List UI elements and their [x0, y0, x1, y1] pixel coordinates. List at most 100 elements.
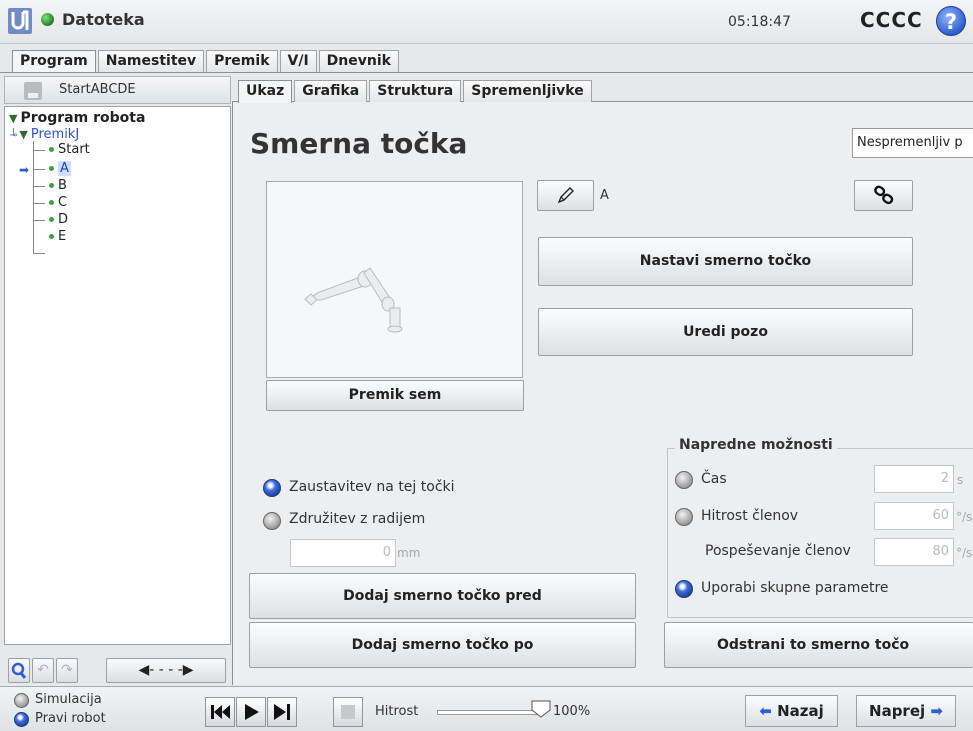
tree-item-label: A [58, 161, 71, 176]
tab-log[interactable]: Dnevnik [318, 50, 399, 72]
waypoint-dot-icon [49, 147, 54, 152]
tree-item-c[interactable]: C [49, 195, 67, 210]
step-button[interactable] [267, 697, 297, 727]
edit-pose-button[interactable]: Uredi pozo [538, 308, 913, 356]
tab-installation[interactable]: Namestitev [97, 50, 205, 72]
stop-icon [341, 705, 355, 719]
blend-radius-input[interactable]: 0 [290, 539, 396, 567]
next-button[interactable]: Naprej ➡ [856, 695, 956, 727]
waypoint-type-dropdown[interactable]: Nespremenljiv p [852, 128, 973, 158]
joint-accel-unit: °/s [956, 546, 973, 560]
tree-root-label: Program robota [20, 110, 146, 126]
time-label: Čas [701, 471, 727, 487]
tree-item-label: Start [58, 142, 90, 157]
remove-waypoint-button[interactable]: Odstrani to smerno točo [664, 622, 973, 668]
program-name: StartABCDE [59, 82, 136, 97]
tree-item-move-label: PremikJ [30, 127, 80, 142]
speed-slider-thumb-icon[interactable] [531, 700, 551, 718]
time-input[interactable]: 2 [874, 465, 954, 493]
joint-accel-input[interactable]: 80 [874, 538, 954, 566]
speed-slider[interactable] [437, 710, 537, 715]
joint-speed-input[interactable]: 60 [874, 502, 954, 530]
tree-node-icon: ⊸ [9, 130, 18, 141]
pencil-icon [557, 187, 574, 204]
skip-back-button[interactable] [205, 697, 235, 727]
tree-connector [33, 141, 34, 253]
tab-program[interactable]: Program [12, 50, 96, 73]
joint-accel-label: Pospeševanje členov [705, 543, 851, 559]
real-robot-radio[interactable] [14, 712, 29, 727]
page-title: Smerna točka [250, 127, 468, 160]
tree-item-start[interactable]: Start [49, 142, 90, 157]
step-icon [274, 704, 290, 720]
robot-name: CCCC [860, 8, 923, 32]
play-button[interactable] [236, 697, 266, 727]
search-icon[interactable] [8, 658, 30, 683]
advanced-options-title: Napredne možnosti [675, 437, 837, 453]
clock: 05:18:47 [728, 14, 791, 30]
play-icon [245, 704, 259, 720]
stop-here-label: Zaustavitev na tej točki [289, 479, 455, 495]
waypoint-dot-icon [49, 200, 54, 205]
tab-variables[interactable]: Spremenljivke [463, 80, 592, 102]
rename-button[interactable] [537, 180, 594, 211]
tree-item-a[interactable]: A [49, 161, 71, 176]
tree-toolbar: ↶ ↷ ◀- - - -▶ [8, 658, 230, 683]
main-tabs: Program Namestitev Premik V/I Dnevnik [12, 50, 401, 73]
waypoint-dot-icon [49, 183, 54, 188]
tab-command[interactable]: Ukaz [238, 80, 293, 103]
time-radio[interactable] [675, 471, 693, 489]
stop-here-radio[interactable] [263, 479, 281, 497]
tree-item-e[interactable]: E [49, 229, 66, 244]
simulation-label: Simulacija [35, 692, 102, 707]
tree-connector [33, 253, 45, 254]
waypoint-name: A [600, 188, 609, 203]
tree-item-label: C [58, 195, 68, 210]
tree-item-label: E [58, 229, 67, 244]
tab-io[interactable]: V/I [279, 50, 317, 72]
file-menu[interactable]: Datoteka [62, 10, 145, 29]
stop-button[interactable] [333, 697, 363, 727]
tree-connector [33, 186, 45, 187]
tabs-divider [0, 72, 973, 73]
tree-connector [33, 203, 45, 204]
program-panel: StartABCDE ▼ Program robota ⊸ ▼ PremikJ Sta… [4, 76, 231, 686]
help-icon[interactable]: ? [936, 6, 966, 36]
tree-connector [33, 150, 45, 151]
tree-root[interactable]: ▼ Program robota [9, 110, 145, 126]
tree-connector [33, 169, 45, 170]
link-button[interactable] [854, 180, 913, 211]
back-label: Nazaj [777, 702, 824, 720]
tree-item-b[interactable]: B [49, 178, 67, 193]
tree-item-move[interactable]: ⊸ ▼ PremikJ [9, 127, 79, 142]
undo-icon[interactable]: ↶ [32, 658, 54, 683]
tab-structure[interactable]: Struktura [369, 80, 462, 102]
waypoint-dot-icon [49, 217, 54, 222]
add-waypoint-before-button[interactable]: Dodaj smerno točko pred [249, 573, 636, 619]
status-indicator-icon [41, 13, 54, 26]
tree-item-label: B [58, 178, 67, 193]
robot-preview [266, 181, 523, 378]
set-waypoint-button[interactable]: Nastavi smerno točko [538, 237, 913, 286]
real-robot-label: Pravi robot [35, 711, 106, 726]
tab-move[interactable]: Premik [206, 50, 278, 72]
speed-value: 100% [553, 704, 591, 719]
move-node-icon[interactable]: ◀- - - -▶ [106, 658, 226, 683]
move-here-button[interactable]: Premik sem [266, 380, 524, 411]
joint-speed-radio[interactable] [675, 508, 693, 526]
shared-params-radio[interactable] [675, 580, 693, 598]
blend-radius-radio[interactable] [263, 512, 281, 530]
arrow-right-icon: ➡ [930, 702, 943, 720]
expand-triangle-icon[interactable]: ▼ [19, 128, 27, 141]
tree-item-d[interactable]: D [49, 212, 68, 227]
back-button[interactable]: ⬅ Nazaj [745, 695, 838, 727]
tab-graphics[interactable]: Grafika [294, 80, 368, 102]
simulation-radio[interactable] [14, 693, 29, 708]
add-waypoint-after-button[interactable]: Dodaj smerno točko po [249, 622, 636, 668]
arrow-left-icon: ⬅ [759, 702, 772, 720]
redo-icon[interactable]: ↷ [56, 658, 78, 683]
waypoint-dot-icon [49, 234, 54, 239]
save-disk-icon[interactable] [24, 82, 42, 100]
expand-triangle-icon[interactable]: ▼ [9, 112, 17, 125]
command-tabs: Ukaz Grafika Struktura Spremenljivke [238, 80, 594, 103]
